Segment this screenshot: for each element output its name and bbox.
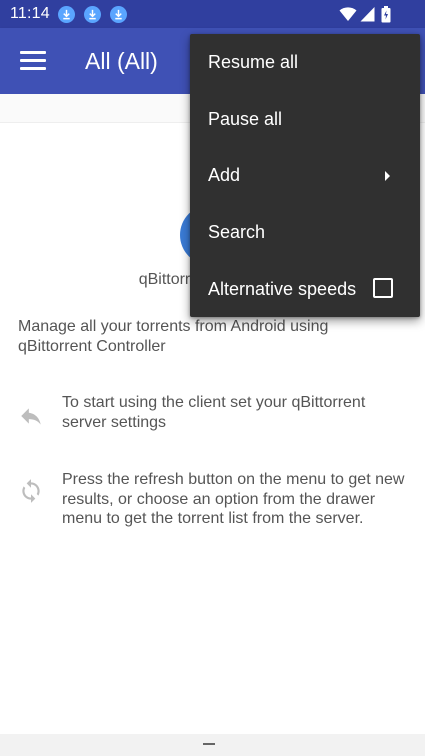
submenu-arrow-icon bbox=[385, 171, 390, 181]
wifi-icon bbox=[339, 7, 357, 21]
nav-handle[interactable] bbox=[203, 743, 215, 745]
tip-refresh-text: Press the refresh button on the menu to … bbox=[62, 471, 405, 527]
reply-arrow-icon bbox=[21, 408, 41, 425]
intro-text: Manage all your torrents from Android us… bbox=[18, 318, 329, 355]
menu-item-label: Resume all bbox=[208, 51, 299, 72]
tip-settings-text: To start using the client set your qBitt… bbox=[62, 394, 366, 431]
screen: 11:14 All (All) qBittorrent Manage all y… bbox=[0, 0, 425, 756]
status-bar: 11:14 bbox=[0, 0, 425, 28]
bottom-nav-strip bbox=[0, 734, 425, 756]
menu-item-search[interactable]: Search bbox=[190, 204, 420, 260]
menu-item-resume-all[interactable]: Resume all bbox=[190, 34, 420, 90]
hamburger-icon[interactable] bbox=[20, 51, 46, 71]
menu-item-pause-all[interactable]: Pause all bbox=[190, 91, 420, 147]
menu-item-label: Alternative speeds bbox=[208, 278, 357, 299]
signal-icon bbox=[360, 7, 375, 22]
download-icon bbox=[58, 6, 75, 23]
refresh-icon bbox=[22, 479, 40, 503]
menu-item-label: Pause all bbox=[208, 108, 283, 129]
menu-item-label: Add bbox=[208, 164, 241, 185]
battery-icon bbox=[381, 6, 391, 23]
menu-item-add[interactable]: Add bbox=[190, 147, 420, 203]
download-icon bbox=[110, 6, 127, 23]
page-title: All (All) bbox=[85, 48, 158, 74]
menu-item-alternative-speeds[interactable]: Alternative speeds bbox=[190, 261, 420, 317]
download-icon bbox=[84, 6, 101, 23]
overflow-menu: Resume all Pause all Add Search Alternat… bbox=[190, 34, 420, 317]
status-time: 11:14 bbox=[10, 5, 50, 22]
alternative-speeds-checkbox[interactable] bbox=[373, 278, 393, 298]
menu-item-label: Search bbox=[208, 221, 266, 242]
